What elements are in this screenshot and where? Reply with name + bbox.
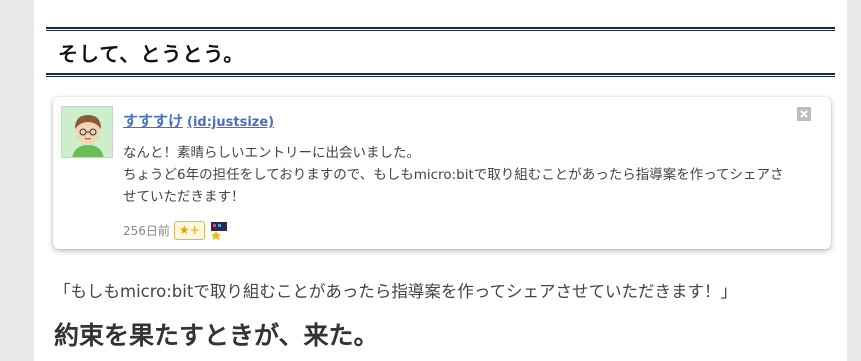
close-glyph (800, 110, 808, 118)
quote-text: 「もしもmicro:bitで取り組むことがあったら指導案を作ってシェアさせていた… (54, 282, 738, 301)
comment-author-name[interactable]: すすすけ (123, 112, 183, 130)
comment-line: せていただきます！ (123, 189, 245, 205)
section-divider-top (46, 27, 835, 31)
comment-line: ちょうど6年の担任をしておりますので、もしもmicro:bitで取り組むことがあ… (123, 167, 784, 183)
comment-author-id[interactable]: (id:justsize) (187, 115, 274, 130)
avatar-icon (62, 107, 112, 157)
comment-line: なんと！素晴らしいエントリーに出会いました。 (123, 145, 420, 161)
article-heading: 約束を果たすときが、来た。 (54, 321, 379, 350)
add-star-button[interactable]: ★+ (173, 220, 205, 240)
article-page: そして、とうとう。 すすすけ (id:justsize) なんと！素晴らしいエン… (34, 0, 847, 361)
comment-timestamp[interactable]: 256日前 (123, 222, 170, 239)
avatar[interactable] (61, 106, 113, 158)
star-icon[interactable] (209, 220, 229, 240)
comment-author-link[interactable]: すすすけ (id:justsize) (123, 110, 274, 131)
comment-body: なんと！素晴らしいエントリーに出会いました。 ちょうど6年の担任をしておりますの… (123, 142, 823, 208)
comment-meta: 256日前 ★+ (123, 220, 229, 240)
embedded-comment-card: すすすけ (id:justsize) なんと！素晴らしいエントリーに出会いました。… (53, 97, 831, 249)
section-heading: そして、とうとう。 (58, 42, 245, 66)
section-divider-bottom (46, 73, 835, 77)
close-icon[interactable] (797, 107, 811, 121)
